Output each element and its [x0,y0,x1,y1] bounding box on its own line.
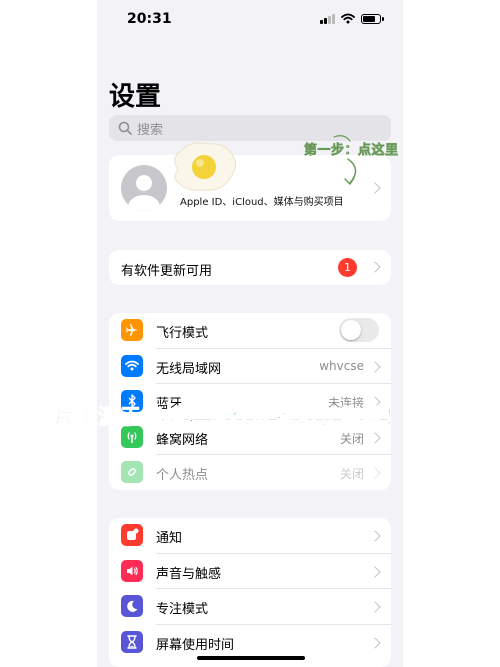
status-bar: 20:31 [97,0,403,40]
home-indicator[interactable] [197,656,305,660]
sounds-row[interactable]: 声音与触感 [109,554,391,589]
search-placeholder: 搜索 [137,122,164,138]
wifi-row[interactable]: 无线局域网 whvcse [109,349,391,384]
apple-id-subtitle: Apple ID、iCloud、媒体与购买项目 [180,197,344,208]
airplane-mode-row: 飞行模式 [109,313,391,349]
hourglass-icon [121,630,143,653]
personal-hotspot-row[interactable]: 个人热点 关闭 [109,455,391,490]
chevron-right-icon [369,601,381,613]
airplane-icon [121,319,143,341]
wifi-status-icon [341,13,355,24]
chevron-right-icon [369,530,381,542]
watermark-text: 图片来源于网络，侵权联系站长删除！ [32,405,406,430]
chevron-right-icon [369,360,381,373]
search-icon [118,121,132,135]
avatar [121,165,167,211]
chevron-right-icon [369,467,381,479]
screen-time-label: 屏幕使用时间 [156,637,235,653]
step-annotation: 第一步：点这里 [304,135,424,190]
airplane-mode-toggle[interactable] [339,318,379,342]
chevron-right-icon [369,261,381,273]
hotspot-icon [121,461,143,483]
chevron-right-icon [369,636,381,649]
wifi-value: whvcse [319,358,364,373]
hotspot-value: 关闭 [339,467,364,481]
person-icon [128,175,160,211]
status-time: 20:31 [127,11,172,27]
focus-label: 专注模式 [156,602,209,617]
fried-egg-sticker [174,142,236,191]
screen-time-row[interactable]: 屏幕使用时间 [109,625,391,661]
cellular-value: 关闭 [339,431,364,446]
cellular-signal-icon [320,13,335,24]
software-update-label: 有软件更新可用 [121,264,213,279]
hotspot-label: 个人热点 [156,468,209,483]
focus-row[interactable]: 专注模式 [109,589,391,625]
cellular-label: 蜂窝网络 [156,432,209,448]
software-update-row[interactable]: 有软件更新可用 1 [109,250,391,285]
notifications-row[interactable]: 通知 [109,518,391,554]
chevron-right-icon [369,431,381,444]
sounds-label: 声音与触感 [156,566,222,582]
settings-screen: 20:31 设置 搜索 Apple ID、iCloud、媒体与购买项目 有软件更… [97,0,403,667]
wifi-icon [121,354,143,377]
speaker-icon [121,559,143,582]
wifi-label: 无线局域网 [156,361,222,377]
notifications-group: 通知 声音与触感 专注模式 屏幕使用时间 [109,518,391,667]
status-icons [320,13,384,24]
notifications-label: 通知 [156,531,183,546]
annotation-text: 第一步：点这里 [304,143,399,159]
battery-icon [361,13,384,24]
bell-icon [121,524,143,546]
page-title: 设置 [109,82,162,112]
chevron-right-icon [369,565,381,578]
update-badge: 1 [338,258,357,277]
moon-icon [121,595,143,617]
airplane-mode-label: 飞行模式 [156,326,209,341]
